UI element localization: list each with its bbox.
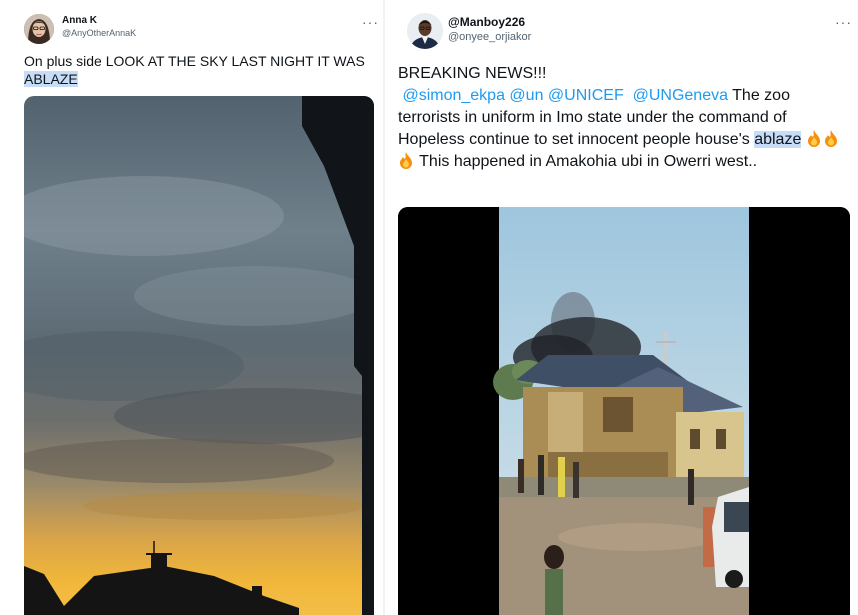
tweet-text: On plus side LOOK AT THE SKY LAST NIGHT … bbox=[24, 52, 374, 88]
tweet-text-body: On plus side LOOK AT THE SKY LAST NIGHT … bbox=[24, 53, 365, 69]
fire-emoji-icon bbox=[400, 152, 412, 169]
tweet-body: @simon_ekpa @un @UNICEF @UNGeneva The zo… bbox=[398, 85, 856, 173]
tweet-headline: BREAKING NEWS!!! bbox=[398, 65, 547, 82]
tweet-card-anna-k[interactable]: Anna K @AnyOtherAnnaK ··· On plus side L… bbox=[0, 0, 383, 615]
fire-emoji-icon bbox=[807, 130, 820, 147]
display-name[interactable]: Anna K bbox=[62, 15, 97, 26]
mention-link[interactable]: @simon_ekpa bbox=[402, 87, 505, 104]
avatar[interactable] bbox=[407, 13, 443, 49]
highlighted-term: ablaze bbox=[754, 131, 802, 148]
user-handle[interactable]: @AnyOtherAnnaK bbox=[62, 28, 136, 38]
tweet-video[interactable] bbox=[398, 207, 850, 615]
fire-emoji-icon bbox=[824, 130, 837, 147]
display-name[interactable]: @Manboy226 bbox=[448, 15, 525, 29]
more-options-icon[interactable]: ··· bbox=[362, 15, 379, 29]
more-options-icon[interactable]: ··· bbox=[835, 15, 852, 29]
user-handle[interactable]: @onyee_orjiakor bbox=[448, 31, 531, 43]
highlighted-term: ABLAZE bbox=[24, 71, 78, 87]
tweet-photo[interactable] bbox=[24, 96, 374, 615]
sunset-sky-image bbox=[24, 96, 374, 615]
avatar[interactable] bbox=[24, 14, 54, 44]
mention-link[interactable]: @UNICEF bbox=[548, 87, 624, 104]
burning-house-video-frame bbox=[398, 207, 850, 615]
tweet-text: BREAKING NEWS!!! @simon_ekpa @un @UNICEF… bbox=[398, 63, 856, 173]
tweet-card-manboy226[interactable]: @Manboy226 @onyee_orjiakor ··· BREAKING … bbox=[385, 0, 858, 615]
mention-link[interactable]: @un bbox=[509, 87, 543, 104]
tweet-text-end: This happened in Amakohia ubi in Owerri … bbox=[415, 153, 758, 170]
mention-link[interactable]: @UNGeneva bbox=[633, 87, 728, 104]
